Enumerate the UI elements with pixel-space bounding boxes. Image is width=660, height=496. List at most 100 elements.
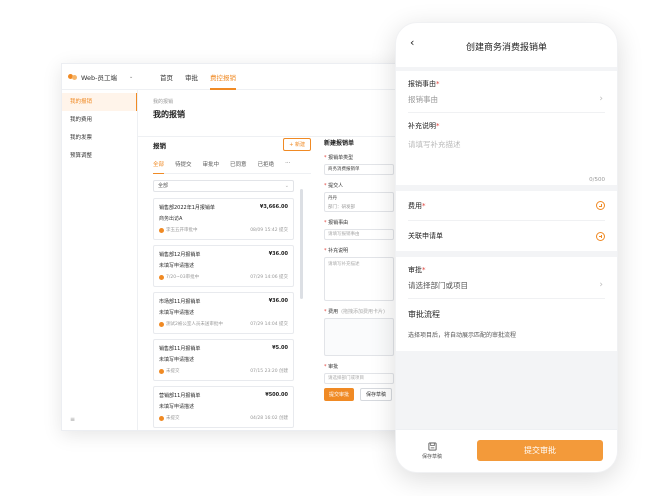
card-desc: 未填写申请描述	[159, 263, 195, 269]
chevron-down-icon: ⌄	[129, 73, 134, 80]
approval-select[interactable]: 请选择部门或项目	[324, 373, 394, 384]
card-date: 07/29 14:04 提交	[250, 322, 288, 327]
logo-icon	[68, 73, 77, 80]
status-dot-icon	[159, 368, 164, 374]
top-bar: Web-员工端 ⌄ 首页 审批 费控报销	[62, 64, 420, 90]
card-status: 测试2被公室人员未送审批中	[166, 322, 223, 327]
sidebar-item-my-invoices[interactable]: 我的发票	[62, 129, 137, 147]
tab-all[interactable]: 全部	[153, 157, 165, 174]
submitter-label: 提交人	[328, 183, 344, 189]
card-amount: ¥3,666.00	[259, 204, 288, 210]
card-desc: 商务出访A	[159, 216, 183, 222]
card-desc: 未填写申请描述	[159, 357, 195, 363]
reason-label: 报销事由	[408, 80, 436, 88]
note-textarea[interactable]: 请填写补充描述 0/500	[408, 131, 605, 185]
field-label: * 补充说明	[324, 248, 349, 254]
flow-title: 审批流程	[408, 310, 440, 319]
list-item[interactable]: 营销部11月报销单 ¥500.00 未填写申请描述 未提交 04/28 16:02 …	[153, 386, 294, 428]
collapse-icon[interactable]: ≡	[70, 416, 75, 423]
chevron-left-icon[interactable]: ‹	[410, 36, 414, 49]
submitter-field[interactable]: 丹丹 部门：研发部	[324, 192, 394, 212]
type-select[interactable]: 商务消费报销单	[324, 164, 394, 175]
reason-field[interactable]: 报销事由* 报销事由 ›	[408, 71, 605, 113]
form-title: 新建报销单	[324, 140, 355, 147]
status-dot-icon	[159, 227, 164, 233]
approval-label: 审批	[408, 266, 422, 274]
status-tabs: 全部 待提交 审批中 已同意 已拒绝 ···	[153, 157, 311, 174]
submitter-name: 丹丹	[328, 196, 337, 201]
list-item[interactable]: 销售部12月报销单 ¥36.00 未填写申请描述 7/20~03审批中 07/29 …	[153, 245, 294, 287]
brand-switcher[interactable]: Web-员工端 ⌄	[68, 72, 154, 82]
card-title: 市场部11月报销单	[159, 299, 201, 305]
related-label: 关联申请单	[408, 232, 443, 240]
reimbursement-cards: 销售部2022年1月报销单 ¥3,666.00 商务出访A 李玉五开审批中 08/0…	[153, 198, 294, 428]
card-status: 李玉五开审批中	[166, 228, 198, 233]
note-counter: 0/500	[589, 177, 605, 183]
main-nav: 首页 审批 费控报销	[160, 64, 236, 90]
field-label: * 审批	[324, 364, 339, 370]
reason-input[interactable]: 请填写报销事由	[324, 229, 394, 240]
new-button[interactable]: + 新建	[283, 138, 311, 151]
save-icon	[427, 442, 437, 451]
flow-desc: 选择项目后，将自动展示匹配的审批流程	[408, 332, 517, 339]
note-placeholder: 请填写补充描述	[408, 140, 461, 149]
note-textarea[interactable]: 请填写补充描述	[324, 257, 394, 301]
nav-tab-home[interactable]: 首页	[160, 64, 173, 90]
list-item[interactable]: 市场部11月报销单 ¥36.00 未填写申请描述 测试2被公室人员未送审批中 07/…	[153, 292, 294, 334]
card-amount: ¥36.00	[268, 251, 288, 257]
tab-more[interactable]: ···	[285, 157, 290, 173]
card-date: 08/09 15:42 提交	[250, 228, 288, 233]
breadcrumb[interactable]: 我的报销	[153, 98, 410, 105]
list-item[interactable]: 销售部2022年1月报销单 ¥3,666.00 商务出访A 李玉五开审批中 08/0…	[153, 198, 294, 240]
submit-button[interactable]: 提交审批	[324, 388, 355, 401]
note-field[interactable]: 补充说明* 请填写补充描述 0/500	[408, 113, 605, 185]
approval-label: 审批	[328, 364, 339, 370]
fee-drop-zone[interactable]	[324, 318, 394, 356]
nav-tab-approval[interactable]: 审批	[185, 64, 198, 90]
filter-value: 全部	[158, 183, 169, 189]
type-label: 报销单类型	[328, 155, 354, 161]
fee-label: 费用	[408, 201, 422, 210]
status-filter-select[interactable]: 全部 ⌄	[153, 180, 294, 192]
card-desc: 未填写申请描述	[159, 310, 195, 316]
list-item[interactable]: 销售部11月报销单 ¥5.00 未填写申请描述 未提交 07/15 23:20 创建	[153, 339, 294, 381]
card-title: 营销部11月报销单	[159, 393, 201, 399]
field-label: * 报销单类型	[324, 155, 354, 161]
nav-tab-expense[interactable]: 费控报销	[210, 64, 236, 90]
sidebar-item-budget-adjust[interactable]: 预算调整	[62, 147, 137, 165]
card-desc: 未填写申请描述	[159, 404, 195, 410]
card-amount: ¥500.00	[265, 392, 288, 398]
fee-label: 费用	[328, 309, 339, 315]
card-status: 未提交	[166, 416, 180, 421]
related-request-row[interactable]: 关联申请单	[408, 221, 605, 251]
add-circle-icon[interactable]	[596, 231, 605, 241]
sidebar-item-my-reimbursements[interactable]: 我的报销	[62, 93, 137, 111]
save-draft-button[interactable]: 保存草稿	[360, 388, 393, 401]
save-draft-button[interactable]: 保存草稿	[396, 442, 468, 460]
list-scrollbar[interactable]	[300, 189, 303, 299]
add-circle-icon[interactable]	[596, 201, 605, 210]
reason-label: 报销事由	[328, 220, 349, 226]
card-date: 04/28 16:02 创建	[250, 416, 288, 421]
tab-in-approval[interactable]: 审批中	[203, 157, 220, 173]
tab-pending-submit[interactable]: 待提交	[175, 157, 192, 173]
card-title: 销售部2022年1月报销单	[159, 205, 215, 211]
fee-row[interactable]: 费用*	[408, 191, 605, 221]
mobile-form: 报销事由* 报销事由 › 补充说明* 请填写补充描述 0/500 费用* 关联申…	[396, 67, 617, 429]
page: Web-员工端 ⌄ 首页 审批 费控报销 我的报销 我的费用 我的发票 预算调整…	[0, 0, 660, 496]
new-reimbursement-form: 新建报销单 * 报销单类型 商务消费报销单 * 提交人 丹丹 部门：研发部 * …	[324, 138, 394, 405]
card-status: 7/20~03审批中	[166, 275, 200, 280]
card-date: 07/29 14:06 提交	[250, 275, 288, 280]
status-dot-icon	[159, 415, 164, 421]
tab-approved[interactable]: 已同意	[230, 157, 247, 173]
tab-rejected[interactable]: 已拒绝	[258, 157, 275, 173]
note-label: 补充说明	[408, 122, 436, 130]
brand-name: Web-员工端	[81, 73, 118, 82]
reason-value: 报销事由	[408, 95, 438, 104]
field-label: * 报销事由	[324, 220, 349, 226]
submit-button[interactable]: 提交审批	[477, 440, 603, 461]
sidebar-item-my-expenses[interactable]: 我的费用	[62, 111, 137, 129]
submitter-dept: 部门：研发部	[328, 205, 355, 210]
mobile-header: ‹ 创建商务消费报销单	[396, 23, 617, 67]
approval-field[interactable]: 审批* 请选择部门或项目 ›	[408, 257, 605, 299]
